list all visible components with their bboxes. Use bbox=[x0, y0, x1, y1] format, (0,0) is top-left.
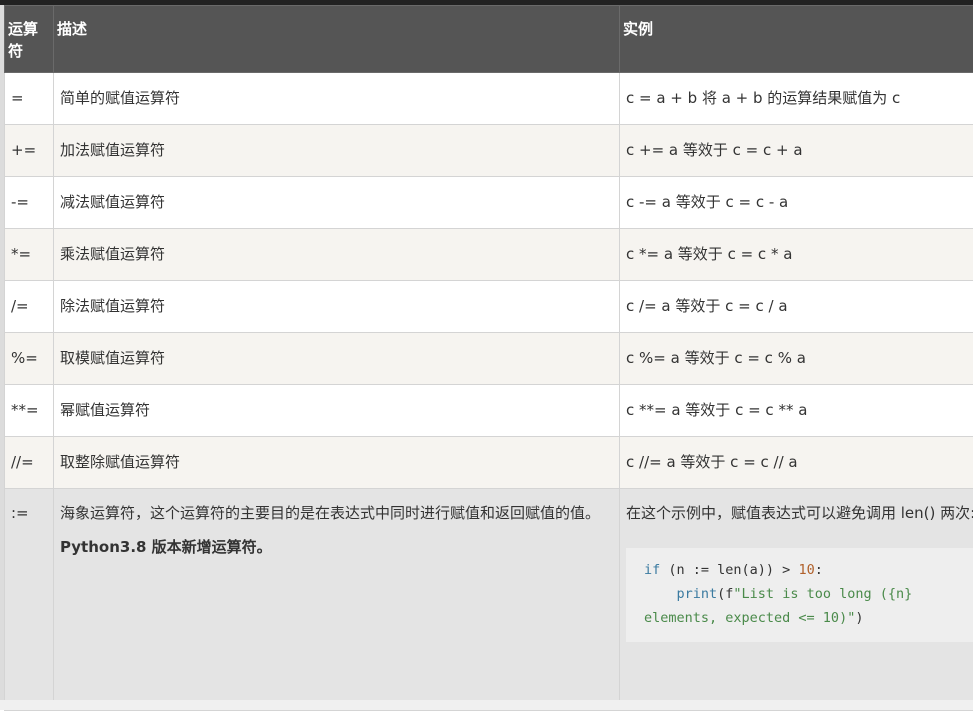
code-text: ) bbox=[855, 610, 863, 626]
header-example: 实例 bbox=[620, 6, 973, 73]
cell-description: 减法赋值运算符 bbox=[54, 177, 620, 229]
cell-example: 在这个示例中，赋值表达式可以避免调用 len() 两次: if (n := le… bbox=[620, 489, 973, 711]
bottom-strip bbox=[0, 700, 973, 710]
code-text: : bbox=[815, 562, 823, 578]
code-block: if (n := len(a)) > 10: print(f"List is t… bbox=[626, 548, 973, 642]
cell-operator: += bbox=[5, 125, 54, 177]
cell-example: c *= a 等效于 c = c * a bbox=[620, 229, 973, 281]
table-row: *= 乘法赋值运算符 c *= a 等效于 c = c * a bbox=[5, 229, 973, 281]
table-header-row: 运算符 描述 实例 bbox=[5, 6, 973, 73]
cell-description: 加法赋值运算符 bbox=[54, 125, 620, 177]
cell-description: 取整除赋值运算符 bbox=[54, 437, 620, 489]
cell-example: c -= a 等效于 c = c - a bbox=[620, 177, 973, 229]
assignment-operators-table: 运算符 描述 实例 = 简单的赋值运算符 c = a + b 将 a + b 的… bbox=[4, 5, 973, 711]
table-row: %= 取模赋值运算符 c %= a 等效于 c = c % a bbox=[5, 333, 973, 385]
cell-operator: := bbox=[5, 489, 54, 711]
cell-description: 取模赋值运算符 bbox=[54, 333, 620, 385]
cell-example: c = a + b 将 a + b 的运算结果赋值为 c bbox=[620, 73, 973, 125]
cell-description: 海象运算符，这个运算符的主要目的是在表达式中同时进行赋值和返回赋值的值。 Pyth… bbox=[54, 489, 620, 711]
cell-description: 乘法赋值运算符 bbox=[54, 229, 620, 281]
cell-example: c %= a 等效于 c = c % a bbox=[620, 333, 973, 385]
cell-example: c **= a 等效于 c = c ** a bbox=[620, 385, 973, 437]
code-number: 10 bbox=[798, 562, 814, 578]
code-text: (n := len(a)) > bbox=[660, 562, 798, 578]
cell-operator: = bbox=[5, 73, 54, 125]
code-function: print bbox=[677, 586, 718, 602]
table-row: -= 减法赋值运算符 c -= a 等效于 c = c - a bbox=[5, 177, 973, 229]
header-description: 描述 bbox=[54, 6, 620, 73]
cell-operator: //= bbox=[5, 437, 54, 489]
cell-operator: -= bbox=[5, 177, 54, 229]
cell-example: c //= a 等效于 c = c // a bbox=[620, 437, 973, 489]
cell-operator: *= bbox=[5, 229, 54, 281]
table-row: += 加法赋值运算符 c += a 等效于 c = c + a bbox=[5, 125, 973, 177]
table-row-walrus: := 海象运算符，这个运算符的主要目的是在表达式中同时进行赋值和返回赋值的值。 P… bbox=[5, 489, 973, 711]
table-row: //= 取整除赋值运算符 c //= a 等效于 c = c // a bbox=[5, 437, 973, 489]
table-row: = 简单的赋值运算符 c = a + b 将 a + b 的运算结果赋值为 c bbox=[5, 73, 973, 125]
cell-operator: %= bbox=[5, 333, 54, 385]
cell-operator: /= bbox=[5, 281, 54, 333]
cell-example: c /= a 等效于 c = c / a bbox=[620, 281, 973, 333]
walrus-version-note: Python3.8 版本新增运算符。 bbox=[60, 538, 272, 556]
cell-description: 简单的赋值运算符 bbox=[54, 73, 620, 125]
cell-description: 除法赋值运算符 bbox=[54, 281, 620, 333]
code-text: (f bbox=[717, 586, 733, 602]
cell-description: 幂赋值运算符 bbox=[54, 385, 620, 437]
left-edge bbox=[0, 5, 4, 710]
code-keyword: if bbox=[644, 562, 660, 578]
header-operator: 运算符 bbox=[5, 6, 54, 73]
cell-example: c += a 等效于 c = c + a bbox=[620, 125, 973, 177]
table-row: **= 幂赋值运算符 c **= a 等效于 c = c ** a bbox=[5, 385, 973, 437]
walrus-description: 海象运算符，这个运算符的主要目的是在表达式中同时进行赋值和返回赋值的值。 bbox=[60, 504, 600, 522]
cell-operator: **= bbox=[5, 385, 54, 437]
walrus-example-text: 在这个示例中，赋值表达式可以避免调用 len() 两次: bbox=[626, 496, 973, 530]
table-row: /= 除法赋值运算符 c /= a 等效于 c = c / a bbox=[5, 281, 973, 333]
